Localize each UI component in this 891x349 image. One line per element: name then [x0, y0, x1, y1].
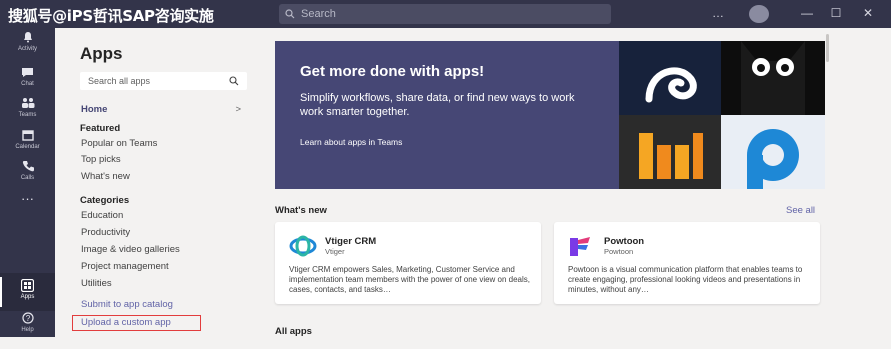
- global-search-placeholder: Search: [301, 8, 336, 20]
- submit-to-catalog-link[interactable]: Submit to app catalog: [81, 299, 173, 310]
- apps-icon: [20, 278, 36, 292]
- title-bar: 搜狐号@iPS哲讯SAP咨询实施 Search … — ☐ ✕: [0, 0, 891, 28]
- nav-category-galleries[interactable]: Image & video galleries: [81, 244, 180, 255]
- see-all-link[interactable]: See all: [786, 205, 815, 216]
- vtiger-logo-icon: [289, 235, 317, 257]
- app-tile-owl[interactable]: [721, 41, 825, 115]
- avatar[interactable]: [749, 5, 769, 23]
- app-card-name: Vtiger CRM: [325, 236, 377, 247]
- bars-logo-icon: [639, 133, 703, 179]
- rail-item-activity[interactable]: Activity: [0, 30, 55, 68]
- search-apps-input[interactable]: Search all apps: [80, 72, 247, 90]
- app-tile-p[interactable]: [721, 115, 825, 189]
- rail-item-apps[interactable]: Apps: [0, 273, 55, 311]
- chevron-right-icon: >: [235, 104, 241, 115]
- whats-new-heading: What's new: [275, 205, 327, 216]
- nav-whats-new[interactable]: What's new: [81, 171, 130, 182]
- rail-label: Calls: [20, 175, 35, 181]
- more-options-icon[interactable]: …: [711, 6, 725, 20]
- phone-icon: [20, 159, 36, 173]
- nav-category-utilities[interactable]: Utilities: [81, 278, 112, 289]
- global-search-input[interactable]: Search: [279, 4, 611, 24]
- search-icon: [229, 76, 239, 86]
- svg-text:?: ?: [25, 314, 30, 323]
- app-tile-swirl[interactable]: [619, 41, 721, 115]
- app-rail: Activity Chat Teams Calendar Calls ··· A…: [0, 28, 55, 337]
- search-apps-placeholder: Search all apps: [88, 76, 151, 86]
- teams-icon: [20, 96, 36, 110]
- categories-heading: Categories: [80, 195, 130, 206]
- hero-title: Get more done with apps!: [300, 63, 485, 80]
- highlight-box: [72, 315, 201, 331]
- rail-item-help[interactable]: ? Help: [0, 311, 55, 349]
- rail-label: Calendar: [15, 144, 40, 150]
- rail-item-more[interactable]: ···: [0, 191, 55, 229]
- nav-category-project-management[interactable]: Project management: [81, 261, 169, 272]
- nav-category-education[interactable]: Education: [81, 210, 123, 221]
- app-card-publisher: Powtoon: [604, 247, 634, 256]
- nav-category-productivity[interactable]: Productivity: [81, 227, 130, 238]
- app-card-description: Vtiger CRM empowers Sales, Marketing, Cu…: [289, 265, 531, 294]
- hero-banner: Get more done with apps! Simplify workfl…: [275, 41, 825, 189]
- hero-learn-link[interactable]: Learn about apps in Teams: [300, 137, 402, 147]
- all-apps-heading: All apps: [275, 326, 312, 337]
- featured-heading: Featured: [80, 123, 121, 134]
- rail-label: Activity: [17, 46, 37, 52]
- powtoon-logo-icon: [570, 237, 590, 256]
- app-card-powtoon[interactable]: Powtoon Powtoon Powtoon is a visual comm…: [554, 222, 820, 304]
- help-icon: ?: [20, 311, 36, 325]
- owl-logo-icon: [741, 41, 805, 115]
- app-card-vtiger[interactable]: Vtiger CRM Vtiger Vtiger CRM empowers Sa…: [275, 222, 541, 304]
- rail-label: Help: [21, 327, 34, 333]
- swirl-logo-icon: [645, 67, 697, 103]
- scrollbar[interactable]: [826, 34, 829, 62]
- chat-icon: [20, 65, 36, 79]
- maximize-icon[interactable]: ☐: [829, 6, 843, 20]
- rail-label: Teams: [18, 112, 37, 118]
- more-icon: ···: [21, 191, 34, 206]
- minimize-icon[interactable]: —: [800, 6, 814, 20]
- app-tile-bars[interactable]: [619, 115, 721, 189]
- apps-left-panel: Apps Search all apps Home > Featured Pop…: [55, 28, 260, 337]
- hero-subtitle: Simplify workflows, share data, or find …: [300, 92, 575, 118]
- rail-label: Apps: [20, 294, 35, 300]
- nav-top-picks[interactable]: Top picks: [81, 154, 121, 165]
- page-title: Apps: [80, 44, 123, 63]
- app-card-name: Powtoon: [604, 236, 645, 247]
- apps-main: Get more done with apps! Simplify workfl…: [260, 28, 891, 337]
- nav-home[interactable]: Home >: [81, 104, 241, 115]
- calendar-icon: [20, 128, 36, 142]
- app-card-description: Powtoon is a visual communication platfo…: [568, 265, 803, 294]
- watermark-text: 搜狐号@iPS哲讯SAP咨询实施: [8, 7, 214, 25]
- nav-popular[interactable]: Popular on Teams: [81, 138, 157, 149]
- rail-label: Chat: [21, 81, 34, 87]
- bell-icon: [20, 30, 36, 44]
- close-icon[interactable]: ✕: [861, 6, 875, 20]
- app-card-publisher: Vtiger: [325, 247, 345, 256]
- search-icon: [285, 9, 295, 19]
- p-logo-icon: [747, 129, 799, 189]
- nav-home-label: Home: [81, 104, 108, 115]
